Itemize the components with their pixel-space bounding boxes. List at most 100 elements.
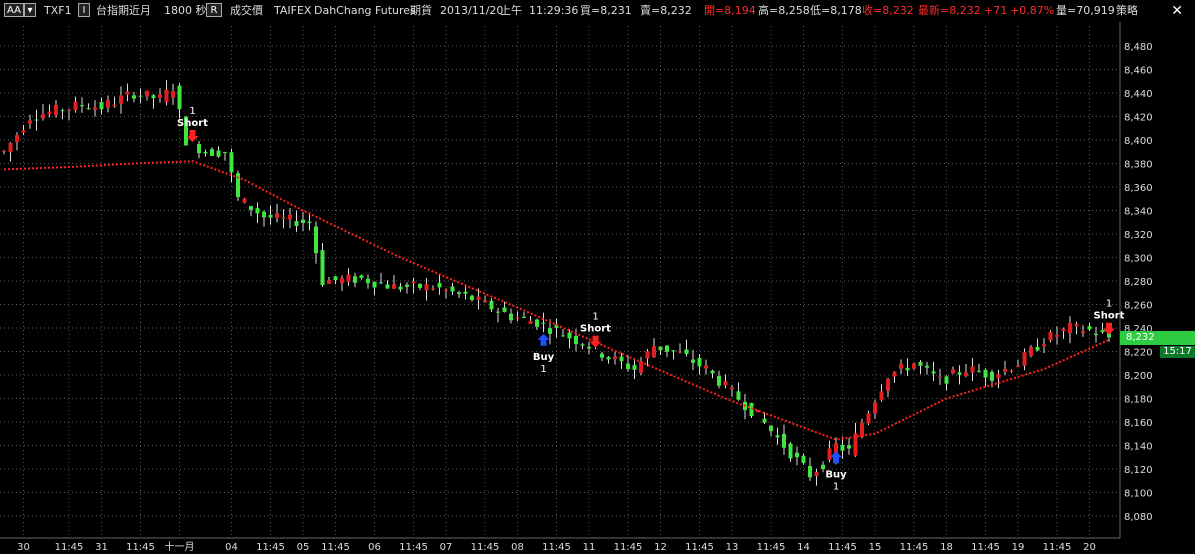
candle-body: [1009, 370, 1014, 372]
candle-body: [541, 322, 546, 324]
x-tick-label: 11:45: [399, 542, 428, 553]
candle-body: [2, 151, 6, 153]
candle-body: [801, 455, 806, 463]
candle-body: [1068, 322, 1072, 334]
x-tick-label: 11:45: [471, 542, 500, 553]
candle-body: [229, 152, 234, 173]
x-tick-label: 11:45: [256, 542, 285, 553]
candle-body: [366, 278, 370, 284]
x-tick-label: 05: [297, 542, 310, 553]
candle-body: [509, 313, 513, 321]
x-tick-label: 11: [583, 542, 596, 553]
candle-body: [886, 378, 890, 391]
candle-body: [470, 295, 474, 300]
candle-body: [80, 105, 84, 107]
y-tick-label: 8,440: [1124, 89, 1153, 100]
x-tick-label: 30: [17, 542, 30, 553]
candle-body: [957, 372, 962, 375]
candle-body: [34, 119, 39, 121]
x-tick-label: 11:45: [614, 542, 643, 553]
candle-body: [944, 376, 949, 384]
candle-body: [580, 344, 585, 346]
candle-body: [411, 281, 416, 284]
x-tick-label: 11:45: [55, 542, 84, 553]
candle-body: [151, 95, 156, 99]
candle-body: [1022, 352, 1027, 366]
candle-body: [372, 281, 377, 288]
candle-body: [665, 345, 669, 352]
candle-body: [730, 387, 734, 390]
candle-body: [1029, 347, 1033, 356]
y-tick-label: 8,160: [1124, 418, 1153, 429]
y-tick-label: 8,340: [1124, 207, 1153, 218]
candle-body: [866, 413, 871, 424]
candle-body: [60, 110, 65, 112]
candle-body: [41, 114, 45, 119]
signal-qty: 1: [540, 364, 546, 375]
candle-body: [483, 300, 487, 303]
candle-body: [106, 100, 110, 108]
candle-body: [346, 274, 351, 282]
candle-body: [379, 282, 383, 284]
candle-body: [970, 366, 975, 373]
buy-arrow-icon: [830, 451, 842, 464]
candle-body: [951, 369, 955, 374]
candle-body: [762, 418, 767, 423]
candle-body: [301, 219, 305, 223]
candle-body: [1081, 331, 1085, 334]
candle-body: [255, 208, 260, 214]
candle-body: [925, 365, 929, 368]
candle-body: [385, 284, 390, 289]
candle-body: [262, 211, 266, 218]
candle-body: [899, 363, 903, 369]
candle-body: [775, 435, 780, 438]
candle-body: [626, 363, 630, 370]
x-tick-label: 08: [511, 542, 524, 553]
candle-body: [353, 276, 357, 283]
candle-body: [119, 95, 123, 104]
candle-body: [684, 349, 689, 355]
x-tick-label: 31: [95, 542, 108, 553]
candle-body: [1074, 323, 1079, 327]
candle-body: [28, 120, 32, 124]
candle-body: [405, 284, 409, 287]
candle-body: [216, 150, 221, 157]
candle-body: [67, 109, 71, 111]
candle-body: [47, 111, 52, 115]
candle-body: [242, 198, 247, 203]
candle-body: [1100, 330, 1105, 333]
signal-label: Short: [177, 118, 208, 129]
x-tick-label: 13: [726, 542, 739, 553]
y-tick-label: 8,140: [1124, 442, 1153, 453]
candle-body: [145, 90, 149, 97]
candle-body: [619, 356, 624, 362]
y-tick-label: 8,480: [1124, 42, 1153, 53]
x-tick-label: 11:45: [542, 542, 571, 553]
candle-body: [931, 371, 936, 374]
candle-body: [717, 376, 721, 386]
y-tick-label: 8,460: [1124, 66, 1153, 77]
y-tick-label: 8,420: [1124, 113, 1153, 124]
candle-body: [1048, 331, 1053, 341]
candle-body: [795, 452, 799, 458]
candle-body: [73, 101, 78, 111]
candle-body: [983, 369, 988, 378]
x-tick-label: 20: [1083, 542, 1096, 553]
candle-body: [996, 374, 1001, 379]
candle-body: [918, 361, 923, 366]
x-tick-label: 11:45: [757, 542, 786, 553]
y-tick-label: 8,360: [1124, 183, 1153, 194]
countdown-tag: 15:17: [1160, 346, 1195, 358]
candle-body: [912, 363, 916, 369]
candle-body: [158, 94, 162, 98]
candlestick-chart[interactable]: 8,480 8,460 8,440 8,420 8,400 8,380 8,360 8,340…: [0, 0, 1195, 554]
candle-body: [567, 332, 572, 339]
candle-body: [652, 346, 656, 358]
candle-body: [294, 221, 299, 227]
candle-body: [203, 151, 208, 154]
candle-body: [782, 433, 786, 448]
candle-body: [171, 91, 175, 98]
candle-body: [86, 108, 91, 110]
signal-qty: 1: [833, 481, 839, 492]
candle-body: [678, 351, 682, 353]
